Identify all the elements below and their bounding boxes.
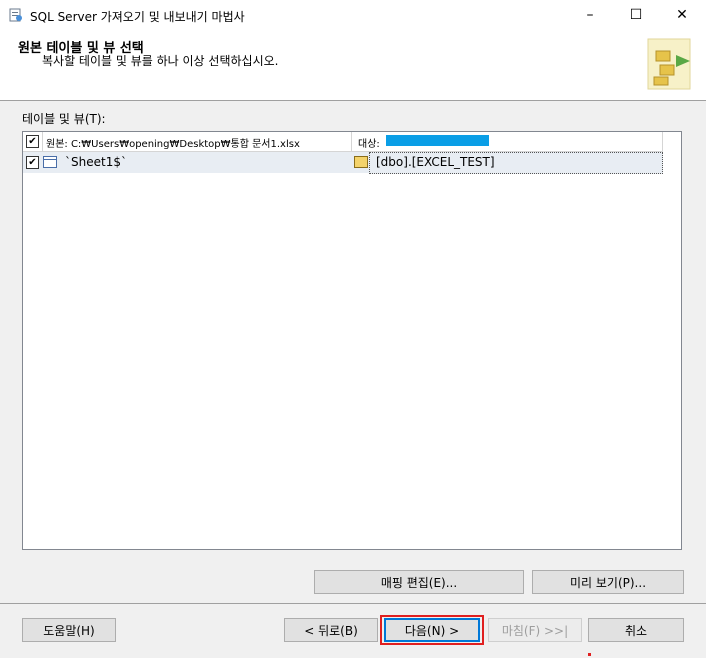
table-row[interactable]: ✔ `Sheet1$` [dbo].[EXCEL_TEST]: [23, 152, 663, 174]
source-table-name: `Sheet1$`: [65, 155, 127, 169]
back-button[interactable]: < 뒤로(B): [284, 618, 378, 642]
row-checkbox[interactable]: ✔: [26, 156, 39, 169]
footer-divider: [0, 603, 706, 604]
select-all-checkbox[interactable]: ✔: [26, 135, 39, 148]
edit-mappings-button[interactable]: 매핑 편집(E)...: [314, 570, 524, 594]
destination-table-name: [dbo].[EXCEL_TEST]: [376, 155, 495, 169]
destination-table-icon: [354, 156, 368, 168]
cancel-button[interactable]: 취소: [588, 618, 684, 642]
tables-grid[interactable]: ✔ 원본: C:₩Users₩opening₩Desktop₩통합 문서1.xl…: [22, 131, 682, 550]
wizard-header-icon: [647, 38, 691, 90]
title-bar: SQL Server 가져오기 및 내보내기 마법사 – ☐ ✕: [0, 0, 706, 31]
column-divider: [42, 132, 43, 151]
finish-button: 마침(F) >>|: [488, 618, 582, 642]
minimize-button[interactable]: –: [567, 0, 613, 31]
app-icon: [9, 8, 22, 22]
column-divider: [351, 132, 352, 151]
cursor-marker: [588, 653, 591, 656]
page-subtitle: 복사할 테이블 및 뷰를 하나 이상 선택하십시오.: [42, 54, 279, 68]
wizard-header: 원본 테이블 및 뷰 선택 복사할 테이블 및 뷰를 하나 이상 선택하십시오.: [0, 31, 706, 101]
window-title: SQL Server 가져오기 및 내보내기 마법사: [30, 10, 245, 24]
preview-button[interactable]: 미리 보기(P)...: [532, 570, 684, 594]
table-icon: [43, 156, 57, 168]
destination-highlight: [386, 135, 489, 146]
help-button[interactable]: 도움말(H): [22, 618, 116, 642]
maximize-button[interactable]: ☐: [613, 0, 659, 31]
column-divider: [662, 132, 663, 151]
grid-header: ✔ 원본: C:₩Users₩opening₩Desktop₩통합 문서1.xl…: [23, 132, 663, 152]
next-button-highlight: [380, 615, 484, 645]
close-button[interactable]: ✕: [659, 0, 705, 31]
destination-table-field[interactable]: [dbo].[EXCEL_TEST]: [369, 152, 663, 174]
tables-views-label: 테이블 및 뷰(T):: [22, 112, 106, 126]
source-column-header: 원본: C:₩Users₩opening₩Desktop₩통합 문서1.xlsx: [46, 139, 300, 150]
destination-column-header: 대상:: [358, 139, 380, 150]
